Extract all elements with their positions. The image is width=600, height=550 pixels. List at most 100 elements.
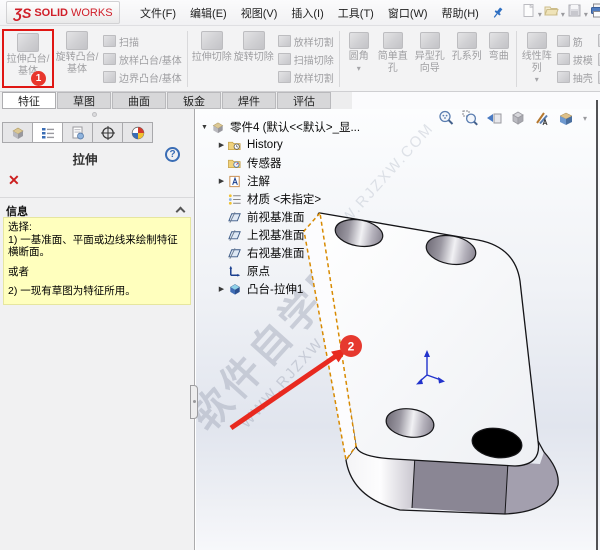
linear-pattern-caret-icon[interactable] bbox=[535, 74, 539, 86]
tab-display-manager[interactable] bbox=[122, 122, 153, 143]
menu-tools[interactable]: 工具(T) bbox=[338, 5, 374, 21]
view-orientation-icon[interactable] bbox=[558, 110, 574, 126]
zoom-to-fit-icon[interactable] bbox=[438, 110, 454, 126]
shell-icon bbox=[557, 71, 570, 83]
menu-help[interactable]: 帮助(H) bbox=[442, 5, 479, 21]
linear-pattern-button[interactable]: 线性阵列 bbox=[520, 29, 554, 89]
draft-button[interactable]: 拔模 bbox=[557, 51, 593, 67]
simple-hole-button[interactable]: 简单直孔 bbox=[375, 29, 411, 89]
tab-sketch[interactable]: 草图 bbox=[57, 92, 111, 109]
tree-item-front-plane[interactable]: 前视基准面 bbox=[199, 208, 360, 226]
boundary-cut-button[interactable]: 放样切割 bbox=[278, 69, 334, 85]
previous-view-icon[interactable] bbox=[486, 110, 502, 126]
tab-dimxpert[interactable] bbox=[92, 122, 123, 143]
open-file-caret-icon[interactable] bbox=[560, 4, 566, 22]
panel-grip[interactable] bbox=[92, 112, 97, 117]
ribbon-separator bbox=[339, 31, 340, 87]
shell-button[interactable]: 抽壳 bbox=[557, 69, 593, 85]
expand-arrow-icon[interactable] bbox=[216, 141, 227, 149]
menu-insert[interactable]: 插入(I) bbox=[291, 5, 323, 21]
simple-hole-icon bbox=[383, 32, 403, 49]
collapse-chevron-icon[interactable] bbox=[176, 207, 186, 217]
graphics-viewport[interactable]: 软件自学网 WWW.RJZXW.COM WWW.RJZXW.COM bbox=[196, 109, 600, 550]
tree-item-sensors[interactable]: 传感器 bbox=[199, 154, 360, 172]
extrude-cut-button[interactable]: 拉伸切除 bbox=[191, 29, 233, 89]
revolve-boss-icon bbox=[66, 31, 88, 50]
extrude-boss-icon bbox=[17, 33, 39, 52]
hole-series-button[interactable]: 孔系列 bbox=[449, 29, 485, 89]
tree-item-history[interactable]: History bbox=[199, 136, 360, 154]
ribbon-separator bbox=[187, 31, 188, 87]
expand-arrow-icon[interactable] bbox=[216, 285, 227, 293]
rib-icon bbox=[557, 35, 570, 47]
property-manager-panel: 拉伸 ? ✕ 信息 选择: 1) 一基准面、平面或边线来绘制特征横断面。 或者 … bbox=[0, 109, 195, 550]
menu-view[interactable]: 视图(V) bbox=[241, 5, 278, 21]
tree-item-origin[interactable]: 原点 bbox=[199, 262, 360, 280]
zoom-to-area-icon[interactable] bbox=[462, 110, 478, 126]
sweep-button[interactable]: 扫描 bbox=[103, 33, 182, 49]
dimxpert-icon bbox=[100, 125, 116, 141]
expand-arrow-icon[interactable] bbox=[216, 177, 227, 185]
new-file-caret-icon[interactable] bbox=[537, 4, 543, 22]
menu-file[interactable]: 文件(F) bbox=[140, 5, 176, 21]
tree-item-right-plane[interactable]: 右视基准面 bbox=[199, 244, 360, 262]
collapse-arrow-icon[interactable] bbox=[199, 124, 210, 131]
sweep-cut-button[interactable]: 扫描切除 bbox=[278, 51, 334, 67]
solidworks-window: ƷSSOLIDWORKS 文件(F) 编辑(E) 视图(V) 插入(I) 工具(… bbox=[0, 0, 600, 550]
tab-surfaces[interactable]: 曲面 bbox=[112, 92, 166, 109]
heads-up-view-toolbar bbox=[438, 110, 588, 126]
draft-icon bbox=[557, 53, 570, 65]
menu-edit[interactable]: 编辑(E) bbox=[190, 5, 227, 21]
help-icon[interactable]: ? bbox=[165, 147, 180, 162]
menu-window[interactable]: 窗口(W) bbox=[388, 5, 428, 21]
revolve-boss-button[interactable]: 旋转凸台/基体 bbox=[54, 29, 100, 89]
cut-small-column: 放样切割 扫描切除 放样切割 bbox=[275, 29, 336, 89]
loft-cut-button[interactable]: 放样切割 bbox=[278, 33, 334, 49]
print-icon[interactable] bbox=[590, 3, 600, 23]
tree-item-part[interactable]: 零件4 (默认<<默认>_显... bbox=[199, 118, 360, 136]
revolve-boss-label: 旋转凸台/基体 bbox=[54, 52, 100, 76]
tab-weldments[interactable]: 焊件 bbox=[222, 92, 276, 109]
fillet-button[interactable]: 圆角 bbox=[343, 29, 375, 89]
message-select: 选择: bbox=[8, 221, 186, 234]
rib-button[interactable]: 筋 bbox=[557, 33, 593, 49]
tab-evaluate[interactable]: 评估 bbox=[277, 92, 331, 109]
extrude-boss-highlight-box: 拉伸凸台/基体 1 bbox=[2, 29, 54, 88]
flex-icon bbox=[489, 32, 509, 49]
flex-button[interactable]: 弯曲 bbox=[485, 29, 513, 89]
panel-splitter-handle[interactable] bbox=[190, 385, 198, 419]
loft-boss-icon bbox=[103, 53, 116, 65]
step-1-badge: 1 bbox=[31, 71, 46, 86]
revolve-cut-icon bbox=[243, 31, 265, 50]
tree-item-top-plane[interactable]: 上视基准面 bbox=[199, 226, 360, 244]
pin-icon[interactable] bbox=[491, 5, 505, 20]
boundary-boss-icon bbox=[103, 71, 116, 83]
boundary-boss-button[interactable]: 边界凸台/基体 bbox=[103, 69, 182, 85]
sweep-icon bbox=[103, 35, 116, 47]
new-file-icon[interactable] bbox=[521, 3, 536, 23]
tree-item-annotations[interactable]: 注解 bbox=[199, 172, 360, 190]
section-view-icon[interactable] bbox=[510, 110, 526, 126]
tab-property-manager[interactable] bbox=[32, 122, 63, 143]
panel-title: 拉伸 bbox=[0, 149, 170, 168]
close-icon[interactable]: ✕ bbox=[8, 173, 20, 187]
revolve-cut-button[interactable]: 旋转切除 bbox=[233, 29, 275, 89]
hole-wizard-button[interactable]: 异型孔向导 bbox=[411, 29, 449, 89]
logo-mark: ƷS bbox=[13, 5, 31, 21]
tree-item-material[interactable]: 材质 <未指定> bbox=[199, 190, 360, 208]
fillet-caret-icon[interactable] bbox=[357, 63, 361, 75]
command-tab-strip: 特征 草图 曲面 钣金 焊件 评估 bbox=[0, 92, 600, 109]
tab-configuration-manager[interactable] bbox=[62, 122, 93, 143]
view-orientation-caret-icon[interactable] bbox=[582, 114, 588, 123]
info-message-box: 选择: 1) 一基准面、平面或边线来绘制特征横断面。 或者 2) 一现有草图为特… bbox=[3, 217, 191, 305]
save-caret-icon[interactable] bbox=[583, 4, 589, 22]
solidworks-logo: ƷSSOLIDWORKS bbox=[6, 1, 120, 24]
tab-sheet-metal[interactable]: 钣金 bbox=[167, 92, 221, 109]
edit-appearance-icon[interactable] bbox=[534, 110, 550, 126]
open-file-icon[interactable] bbox=[544, 3, 559, 23]
tab-features[interactable]: 特征 bbox=[2, 92, 56, 109]
tree-item-boss-extrude1[interactable]: 凸台-拉伸1 bbox=[199, 280, 360, 298]
tab-feature-manager[interactable] bbox=[2, 122, 33, 143]
save-icon[interactable] bbox=[567, 3, 582, 23]
loft-boss-button[interactable]: 放样凸台/基体 bbox=[103, 51, 182, 67]
